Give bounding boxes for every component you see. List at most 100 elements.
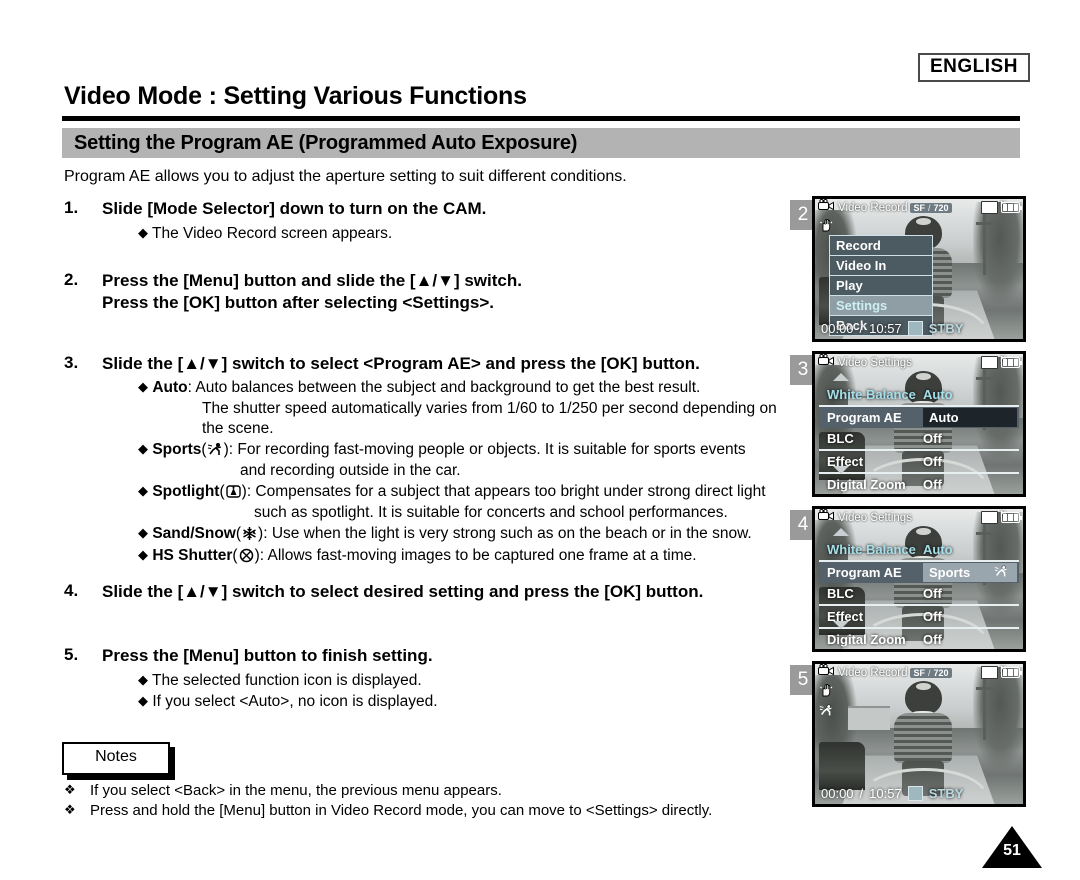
intro-paragraph: Program AE allows you to adjust the aper… bbox=[64, 168, 627, 185]
memory-card-icon: N bbox=[981, 355, 1006, 369]
mode-name-auto: Auto bbox=[152, 379, 188, 397]
hsshutter-icon bbox=[238, 547, 255, 564]
step-3-spotlight-cont-1: such as spotlight. It is suitable for co… bbox=[254, 503, 728, 521]
remaining-time: 10:57 bbox=[869, 320, 902, 336]
setting-row-white-balance[interactable]: White Balance Auto bbox=[819, 539, 1019, 562]
menu-item-play[interactable]: Play bbox=[829, 276, 933, 296]
note-bullet-icon: ❖ bbox=[64, 802, 76, 817]
setting-row-program-ae[interactable]: Program AE Auto bbox=[819, 407, 1019, 428]
setting-value: Auto bbox=[923, 387, 953, 402]
mode-desc-spotlight: : Compensates for a subject that appears… bbox=[246, 483, 766, 501]
step-3-bullet-auto: ◆ Auto: Auto balances between the subjec… bbox=[102, 375, 777, 398]
setting-label: Program AE bbox=[827, 565, 902, 580]
step-5-bullet-1: ◆ The selected function icon is displaye… bbox=[102, 667, 438, 691]
time-separator: / bbox=[859, 320, 864, 336]
lcd-top-status-bar-5: Video Record SF / 720 N bbox=[815, 664, 1023, 681]
setting-label: BLC bbox=[827, 586, 854, 601]
battery-icon bbox=[1001, 667, 1022, 678]
mode-desc-sports: : For recording fast-moving people or ob… bbox=[228, 441, 746, 459]
elapsed-time: 00:00 bbox=[821, 785, 854, 801]
lcd-screen-2: Video Record SF / 720 N Record Video In … bbox=[812, 196, 1026, 342]
note-bullet-icon: ❖ bbox=[64, 782, 76, 797]
lcd-mode-title: Video Settings bbox=[838, 356, 912, 369]
setting-row-digital-zoom[interactable]: Digital Zoom Off bbox=[819, 629, 1019, 649]
memory-card-icon: N bbox=[981, 200, 1006, 214]
language-badge: ENGLISH bbox=[918, 53, 1030, 82]
setting-row-effect[interactable]: Effect Off bbox=[819, 606, 1019, 629]
step-3-auto-cont-2: the scene. bbox=[202, 420, 274, 437]
lcd-mode-icons-2 bbox=[819, 218, 836, 235]
setting-row-effect[interactable]: Effect Off bbox=[819, 451, 1019, 474]
scroll-up-arrow-icon[interactable] bbox=[833, 373, 849, 381]
resolution-value: 720 bbox=[933, 667, 949, 678]
hand-shake-icon bbox=[819, 218, 836, 235]
setting-label: BLC bbox=[827, 431, 854, 446]
step-3-number: 3. bbox=[64, 353, 79, 372]
mode-name-sandsnow: Sand/Snow bbox=[152, 525, 236, 543]
setting-row-program-ae[interactable]: Program AE Sports bbox=[819, 562, 1019, 583]
setting-value: Off bbox=[923, 431, 942, 446]
setting-value: Off bbox=[923, 609, 942, 624]
setting-row-blc[interactable]: BLC Off bbox=[819, 583, 1019, 606]
mode-name-sports: Sports bbox=[152, 441, 202, 459]
section-header-bar: Setting the Program AE (Programmed Auto … bbox=[62, 128, 1020, 158]
lcd-mode-title: Video Record bbox=[838, 666, 908, 679]
mode-desc-sandsnow: : Use when the light is very strong such… bbox=[263, 525, 752, 543]
lcd-mode-title: Video Record bbox=[838, 201, 908, 214]
hand-shake-icon bbox=[819, 683, 836, 700]
title-divider bbox=[62, 116, 1020, 121]
setting-row-white-balance[interactable]: White Balance Auto bbox=[819, 384, 1019, 407]
battery-icon bbox=[1001, 512, 1022, 523]
camcorder-icon bbox=[818, 664, 835, 681]
sports-icon bbox=[207, 441, 224, 458]
step-3-headline: Slide the [▲/▼] switch to select <Progra… bbox=[102, 354, 700, 373]
bullet-diamond: ◆ bbox=[138, 692, 148, 708]
camcorder-icon bbox=[818, 354, 835, 371]
resolution-value: 720 bbox=[933, 202, 949, 213]
setting-label: Digital Zoom bbox=[827, 632, 906, 647]
lcd-screen-3: Video Settings N White Balance Auto Prog… bbox=[812, 351, 1026, 497]
time-separator: / bbox=[859, 785, 864, 801]
step-4-number: 4. bbox=[64, 581, 79, 600]
notes-label: Notes bbox=[95, 748, 137, 765]
lcd-mode-title: Video Settings bbox=[838, 511, 912, 524]
setting-value-box[interactable]: Auto bbox=[923, 408, 1017, 427]
setting-row-blc[interactable]: BLC Off bbox=[819, 428, 1019, 451]
step-4-headline: Slide the [▲/▼] switch to select desired… bbox=[102, 582, 704, 601]
camcorder-icon bbox=[818, 199, 835, 216]
quality-value: SF bbox=[913, 667, 925, 678]
section-title: Setting the Program AE (Programmed Auto … bbox=[74, 132, 578, 154]
step-1-headline: Slide [Mode Selector] down to turn on th… bbox=[102, 199, 487, 218]
lcd-settings-list-3[interactable]: White Balance Auto Program AE Auto BLC O… bbox=[819, 384, 1019, 494]
step-3-sports-cont-1: and recording outside in the car. bbox=[240, 461, 461, 479]
step-5-headline: Press the [Menu] button to finish settin… bbox=[102, 646, 433, 665]
menu-item-record[interactable]: Record bbox=[829, 235, 933, 256]
scroll-up-arrow-icon[interactable] bbox=[833, 528, 849, 536]
setting-label: White Balance bbox=[827, 542, 916, 557]
setting-value: Auto bbox=[929, 410, 959, 425]
manual-page: ENGLISH Video Mode : Setting Various Fun… bbox=[0, 0, 1080, 880]
setting-value-box[interactable]: Sports bbox=[923, 563, 1017, 582]
lcd-bottom-status-bar-5: 00:00 / 10:57 STBY bbox=[815, 784, 1023, 802]
setting-value: Auto bbox=[923, 542, 953, 557]
scroll-down-arrow-icon[interactable] bbox=[833, 466, 849, 474]
standby-status: STBY bbox=[928, 320, 964, 336]
quality-value: SF bbox=[913, 202, 925, 213]
note-text: If you select <Back> in the menu, the pr… bbox=[90, 782, 502, 799]
setting-value: Off bbox=[923, 632, 942, 647]
step-5-bullet-2: ◆ If you select <Auto>, no icon is displ… bbox=[102, 692, 438, 712]
remaining-time: 10:57 bbox=[869, 785, 902, 801]
mode-desc-hsshutter: : Allows fast-moving images to be captur… bbox=[259, 546, 697, 564]
step-1-bullet-1: ◆ The Video Record screen appears. bbox=[102, 220, 486, 244]
step-5-number: 5. bbox=[64, 645, 79, 664]
menu-item-settings[interactable]: Settings bbox=[829, 296, 933, 316]
lcd-bottom-status-bar-2: 00:00 / 10:57 STBY bbox=[815, 319, 1023, 337]
setting-row-digital-zoom[interactable]: Digital Zoom Off bbox=[819, 474, 1019, 494]
scroll-down-arrow-icon[interactable] bbox=[833, 621, 849, 629]
step-3-bullet-hsshutter: ◆ HS Shutter(): Allows fast-moving image… bbox=[138, 546, 697, 564]
menu-item-video-in[interactable]: Video In bbox=[829, 256, 933, 276]
lcd-settings-list-4[interactable]: White Balance Auto Program AE Sports BLC… bbox=[819, 539, 1019, 649]
lcd-mode-icons-5 bbox=[819, 683, 836, 720]
setting-value: Sports bbox=[929, 565, 971, 580]
lcd-screen-5: Video Record SF / 720 N 00:00 / 10:57 bbox=[812, 661, 1026, 807]
